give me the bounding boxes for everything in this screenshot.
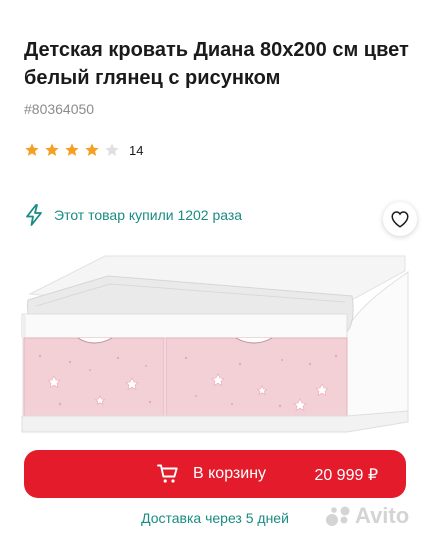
star-icon	[84, 142, 100, 158]
reviews-count[interactable]: 14	[129, 143, 143, 158]
product-price: 20 999 ₽	[314, 467, 378, 484]
watermark: Avito	[324, 503, 409, 529]
heart-icon	[391, 211, 409, 228]
watermark-text: Avito	[355, 503, 410, 528]
product-title: Детская кровать Диана 80х200 см цвет бел…	[24, 39, 409, 89]
cart-icon	[157, 464, 179, 484]
star-icon	[44, 142, 60, 158]
rating[interactable]: 14	[24, 142, 143, 158]
lightning-icon	[24, 204, 44, 226]
add-to-cart-button[interactable]: В корзину 20 999 ₽	[24, 450, 406, 498]
favorite-button[interactable]	[383, 202, 417, 236]
purchase-count-text: Этот товар купили 1202 раза	[54, 207, 243, 223]
cart-button-label: В корзину	[193, 465, 267, 482]
product-image[interactable]	[0, 236, 430, 442]
star-icon	[24, 142, 40, 158]
star-icon	[64, 142, 80, 158]
purchase-count-banner: Этот товар купили 1202 раза	[24, 204, 242, 226]
avito-logo-icon	[324, 505, 352, 527]
star-empty-icon	[104, 142, 120, 158]
product-sku: #80364050	[24, 101, 95, 117]
